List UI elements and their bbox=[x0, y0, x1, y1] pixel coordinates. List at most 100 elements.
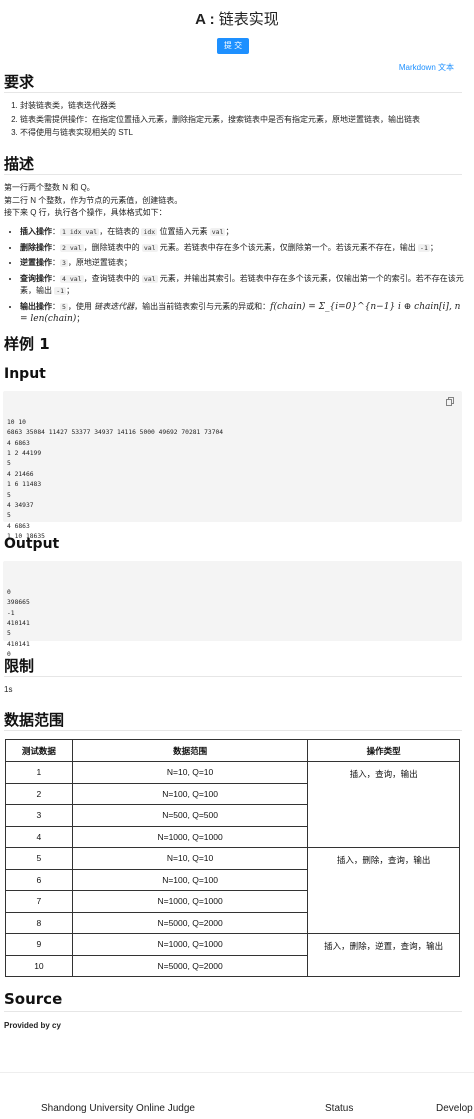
op-name: 查询操作 bbox=[20, 273, 52, 283]
sample-heading: 样例 1 bbox=[4, 335, 50, 353]
description-line: 第一行两个整数 N 和 Q。 bbox=[4, 183, 95, 192]
op-delete: 删除操作：2 val，删除链表中的 val 元素。若链表中存在多个该元素，仅删除… bbox=[20, 242, 466, 255]
op-text: ： bbox=[52, 258, 60, 267]
op-name: 删除操作 bbox=[20, 242, 52, 252]
test-range: N=100, Q=100 bbox=[71, 868, 309, 891]
op-code: val bbox=[141, 274, 158, 283]
op-code: -1 bbox=[54, 287, 67, 295]
op-text: ，删除链表中的 bbox=[83, 242, 140, 252]
divider bbox=[4, 92, 462, 93]
sample-output-block[interactable]: 0 398665 -1 410141 5 410141 0 bbox=[3, 561, 462, 658]
description-text: 第一行两个整数 N 和 Q。 第二行 N 个整数，作为节点的元素值，创建链表。 … bbox=[4, 182, 466, 220]
test-id: 9 bbox=[5, 933, 73, 956]
test-id: 4 bbox=[5, 825, 73, 848]
column-header: 测试数据 bbox=[5, 739, 73, 762]
input-heading: Input bbox=[4, 366, 46, 382]
op-text: ： bbox=[52, 301, 60, 311]
submit-button[interactable]: 提 交 bbox=[217, 38, 249, 54]
op-output: 输出操作：5，使用 链表迭代器，输出当前链表索引与元素的异或和：f(chain)… bbox=[20, 301, 466, 326]
test-range: N=100, Q=100 bbox=[71, 782, 309, 805]
requirements-heading: 要求 bbox=[4, 73, 35, 91]
test-id: 6 bbox=[5, 868, 73, 891]
test-range: N=1000, Q=1000 bbox=[71, 933, 309, 956]
footer-developer-link[interactable]: Develop bbox=[436, 1103, 473, 1114]
op-name: 输出操作 bbox=[20, 301, 52, 311]
page-title: A : 链表实现 bbox=[0, 8, 474, 29]
op-text: ，输出当前链表索引与元素的异或和： bbox=[134, 301, 271, 311]
data-range-table: 测试数据 数据范围 操作类型 1 N=10, Q=10 插入，查询，输出 2 N… bbox=[5, 739, 460, 977]
description-heading: 描述 bbox=[4, 155, 35, 173]
operation-types: 插入，查询，输出 bbox=[307, 761, 460, 848]
op-code: 1 idx val bbox=[60, 228, 100, 236]
op-code: -1 bbox=[418, 243, 430, 252]
test-id: 3 bbox=[5, 804, 73, 827]
test-id: 8 bbox=[5, 911, 73, 934]
test-id: 5 bbox=[5, 847, 73, 870]
op-text: ，查询链表中的 bbox=[83, 273, 140, 283]
sample-input-block[interactable]: 10 10 6863 35084 11427 53377 34937 14116… bbox=[3, 391, 462, 540]
copy-icon[interactable] bbox=[446, 397, 454, 406]
list-item: 链表类需提供操作：在指定位置插入元素，删除指定元素，搜索链表中是否有指定元素，原… bbox=[20, 113, 420, 127]
test-range: N=10, Q=10 bbox=[71, 847, 309, 870]
op-text: ； bbox=[225, 227, 234, 236]
problem-id: A : bbox=[195, 11, 215, 28]
divider bbox=[4, 730, 462, 731]
test-range: N=10, Q=10 bbox=[71, 761, 309, 784]
operations-list: 插入操作：1 idx val，在链表的 idx 位置插入元素 val； 删除操作… bbox=[10, 226, 466, 329]
op-text: ； bbox=[429, 242, 438, 252]
op-code: 2 val bbox=[60, 243, 84, 252]
op-query: 查询操作：4 val，查询链表中的 val 元素，并输出其索引。若链表中存在多个… bbox=[20, 273, 466, 298]
test-id: 7 bbox=[5, 890, 73, 913]
footer-site-name[interactable]: Shandong University Online Judge bbox=[41, 1103, 195, 1114]
data-range-heading: 数据范围 bbox=[4, 711, 65, 729]
operation-types: 插入，删除，查询，输出 bbox=[307, 847, 460, 934]
op-code: 5 bbox=[60, 302, 68, 311]
sample-output: 0 398665 -1 410141 5 410141 0 bbox=[7, 588, 30, 659]
op-code: 4 val bbox=[60, 274, 84, 283]
table-row: 9 N=1000, Q=1000 插入，删除，逆置，查询，输出 bbox=[5, 933, 460, 977]
footer-status-link[interactable]: Status bbox=[325, 1103, 353, 1114]
markdown-text-link[interactable]: Markdown 文本 bbox=[399, 62, 454, 73]
table-row: 5 N=10, Q=10 插入，删除，查询，输出 bbox=[5, 847, 460, 934]
problem-page: A : 链表实现 提 交 Markdown 文本 要求 封装链表类，链表迭代器类… bbox=[0, 0, 474, 1119]
op-reverse: 逆置操作：3，原地逆置链表； bbox=[20, 257, 466, 270]
sample-input: 10 10 6863 35084 11427 53377 34937 14116… bbox=[7, 418, 224, 541]
divider bbox=[4, 676, 462, 677]
op-text: ，原地逆置链表； bbox=[67, 258, 132, 267]
test-range: N=5000, Q=2000 bbox=[71, 954, 309, 977]
table-header-row: 测试数据 数据范围 操作类型 bbox=[5, 739, 460, 762]
op-insert: 插入操作：1 idx val，在链表的 idx 位置插入元素 val； bbox=[20, 226, 466, 239]
op-code: 3 bbox=[60, 259, 68, 267]
op-name: 插入操作 bbox=[20, 227, 52, 236]
test-id: 10 bbox=[5, 954, 73, 977]
test-range: N=500, Q=500 bbox=[71, 804, 309, 827]
table-row: 1 N=10, Q=10 插入，查询，输出 bbox=[5, 761, 460, 848]
divider bbox=[4, 174, 462, 175]
op-name: 逆置操作 bbox=[20, 258, 52, 267]
op-code: val bbox=[209, 228, 226, 236]
time-limit: 1s bbox=[4, 685, 13, 694]
column-header: 操作类型 bbox=[307, 739, 460, 762]
footer-divider bbox=[0, 1072, 474, 1073]
op-text: 位置插入元素 bbox=[159, 227, 208, 236]
test-range: N=5000, Q=2000 bbox=[71, 911, 309, 934]
op-text: 元素。若链表中存在多个该元素，仅删除第一个。若该元素不存在，输出 bbox=[159, 242, 416, 252]
op-text: ： bbox=[52, 242, 60, 252]
operation-types: 插入，删除，逆置，查询，输出 bbox=[307, 933, 460, 977]
test-range: N=1000, Q=1000 bbox=[71, 825, 309, 848]
op-emphasis: 链表迭代器 bbox=[94, 301, 135, 311]
output-heading: Output bbox=[4, 536, 60, 552]
test-id: 2 bbox=[5, 782, 73, 805]
source-heading: Source bbox=[4, 990, 63, 1008]
limit-heading: 限制 bbox=[4, 657, 35, 675]
requirements-list: 封装链表类，链表迭代器类 链表类需提供操作：在指定位置插入元素，删除指定元素，搜… bbox=[10, 99, 420, 140]
description-line: 第二行 N 个整数，作为节点的元素值，创建链表。 bbox=[4, 195, 183, 205]
op-text: ，使用 bbox=[67, 301, 92, 311]
op-text: ； bbox=[76, 314, 85, 323]
divider bbox=[4, 1011, 462, 1012]
op-code: idx bbox=[141, 228, 158, 236]
op-code: val bbox=[141, 243, 158, 252]
op-text: ： bbox=[52, 227, 60, 236]
provided-by: Provided by cy bbox=[4, 1021, 61, 1030]
test-range: N=1000, Q=1000 bbox=[71, 890, 309, 913]
